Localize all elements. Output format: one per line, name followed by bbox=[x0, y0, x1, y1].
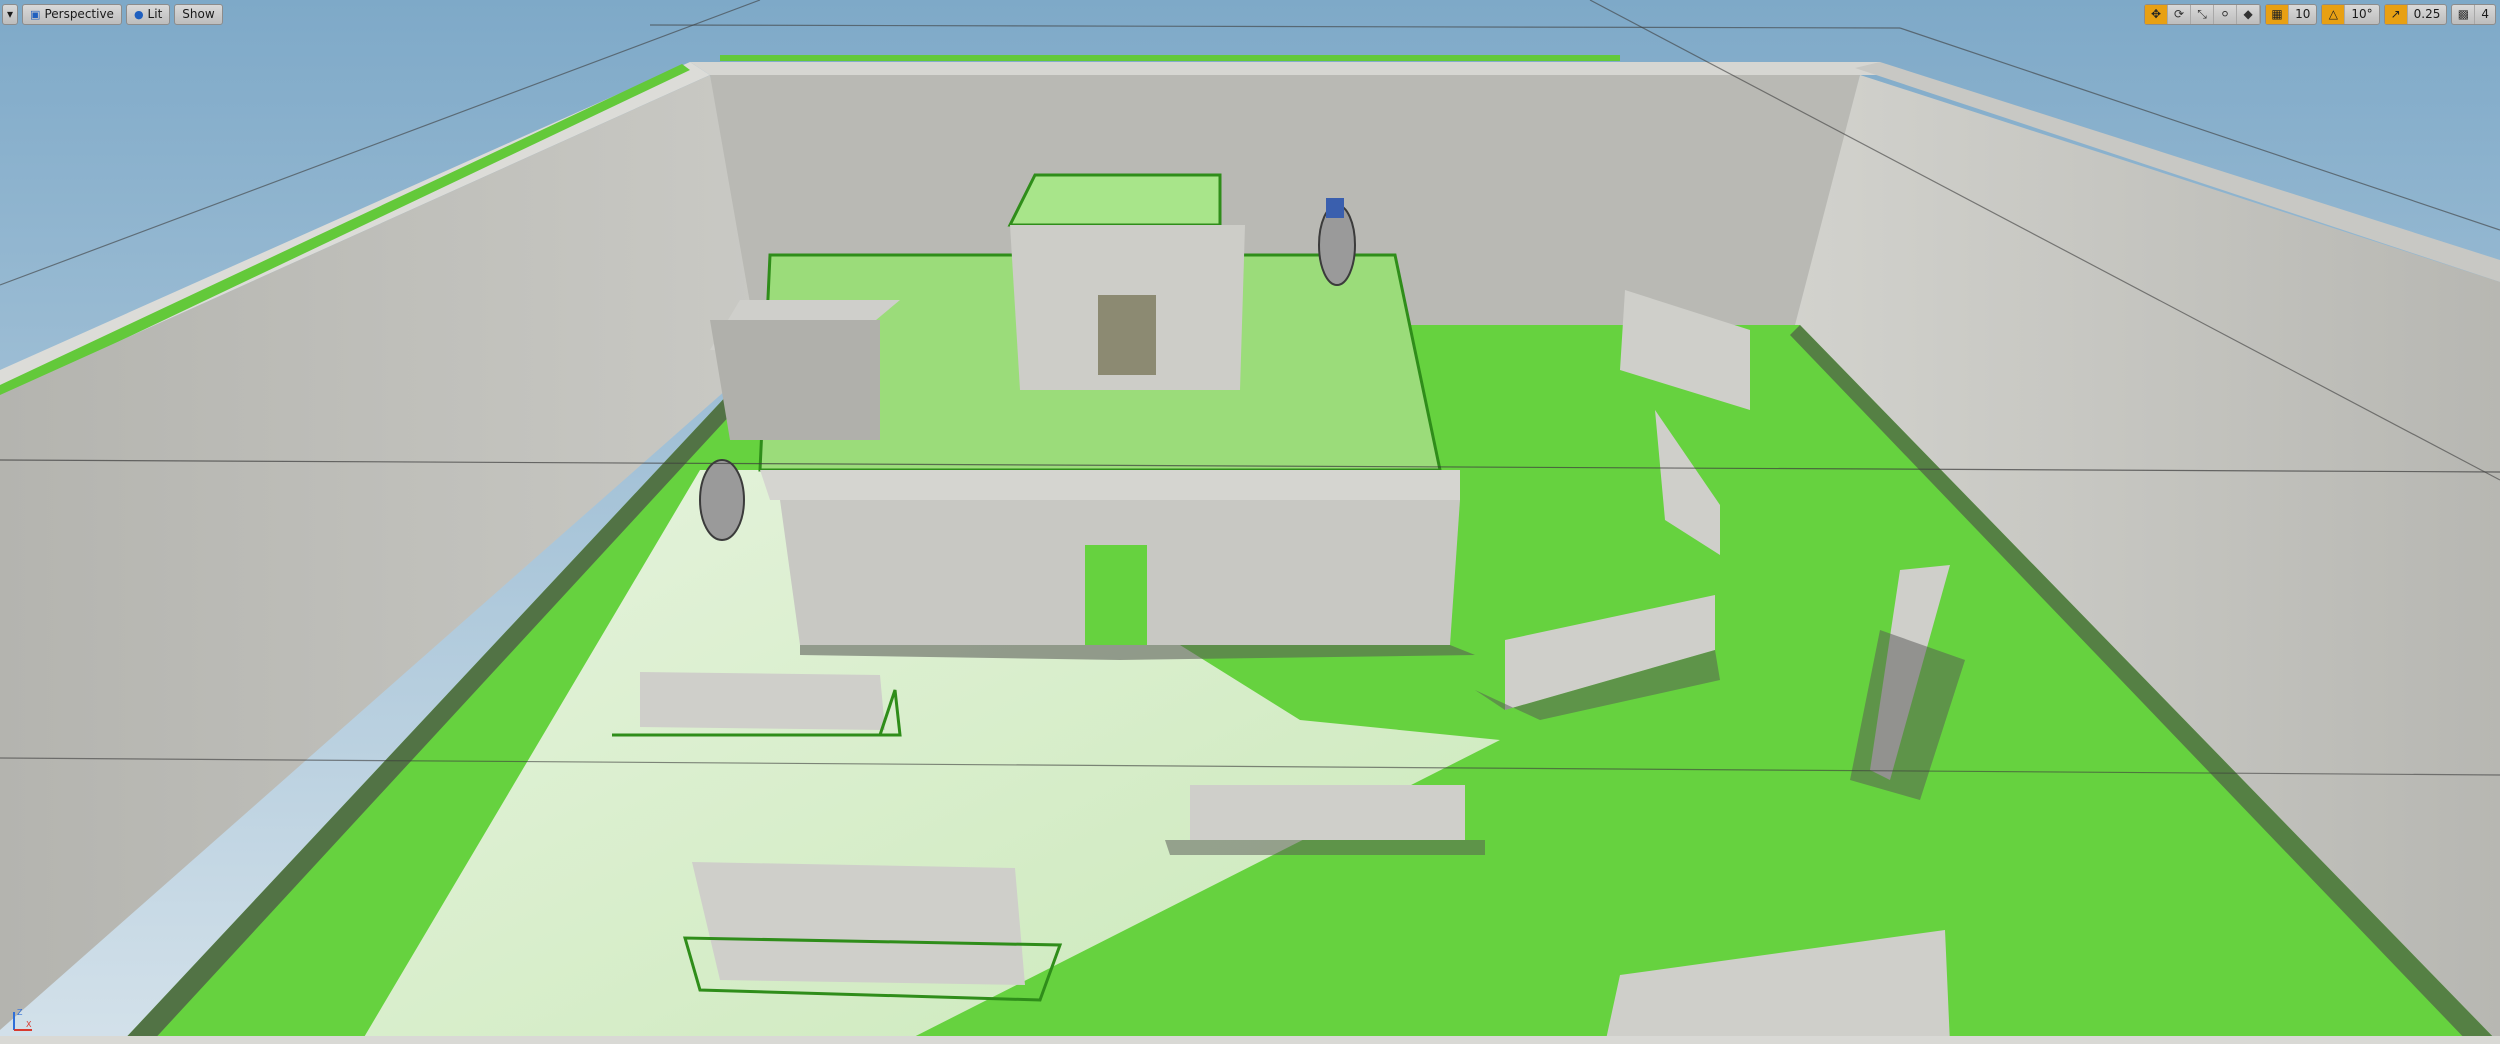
transform-tools-group: ✥ ⟳ ⤡ ⚪ ◆ bbox=[2144, 3, 2262, 25]
grid-snap-icon[interactable]: ▦ bbox=[2266, 4, 2290, 24]
cover-wall-2-shadow bbox=[1165, 840, 1485, 855]
back-wall-green-trim bbox=[720, 55, 1620, 61]
cover-wall-3 bbox=[692, 862, 1025, 985]
camera-speed-icon[interactable]: ▩ bbox=[2452, 4, 2476, 24]
rotation-snap-group: △ 10° bbox=[2321, 3, 2380, 25]
world-globe-icon[interactable]: ⚪ bbox=[2214, 4, 2238, 24]
view-mode-button[interactable]: ▣ Perspective bbox=[22, 3, 122, 25]
cover-wall-1 bbox=[640, 672, 885, 730]
lighting-mode-label: Lit bbox=[147, 7, 163, 21]
axis-gizmo: Z X bbox=[13, 1008, 32, 1031]
rotate-icon[interactable]: ⟳ bbox=[2168, 4, 2192, 24]
grid-snap-group: ▦ 10 bbox=[2265, 3, 2318, 25]
building-doorway bbox=[1085, 545, 1147, 645]
scene-render[interactable] bbox=[0, 0, 2500, 1044]
scale-snap-value[interactable]: 0.25 bbox=[2408, 7, 2447, 21]
camera-speed-value[interactable]: 4 bbox=[2475, 7, 2495, 21]
back-wall-top bbox=[690, 62, 1880, 75]
lighting-mode-button[interactable]: ● Lit bbox=[125, 3, 171, 25]
scale-snap-icon[interactable]: ↗ bbox=[2384, 4, 2408, 24]
level-viewport[interactable]: ▾ ▣ Perspective ● Lit Show ✥ ⟳ ⤡ ⚪ ◆ ▦ 1… bbox=[0, 0, 2500, 1044]
tower-doorway bbox=[1098, 295, 1156, 375]
viewport-toolbar-left: ▾ ▣ Perspective ● Lit Show bbox=[2, 3, 223, 25]
camera-speed-group: ▩ 4 bbox=[2451, 3, 2496, 25]
scale-snap-group: ↗ 0.25 bbox=[2383, 3, 2448, 25]
show-flags-button[interactable]: Show bbox=[174, 3, 223, 25]
perspective-cube-icon: ▣ bbox=[30, 7, 41, 21]
tower-roof bbox=[1007, 173, 1222, 227]
viewport-toolbar-right: ✥ ⟳ ⤡ ⚪ ◆ ▦ 10 △ 10° ↗ 0.25 ▩ 4 bbox=[2144, 3, 2496, 25]
camera-actor bbox=[1326, 198, 1344, 218]
chevron-down-icon: ▾ bbox=[7, 7, 14, 21]
scale-icon[interactable]: ⤡ bbox=[2191, 4, 2215, 24]
viewport-bottom-rim bbox=[0, 1036, 2500, 1044]
cover-wall-2 bbox=[1190, 785, 1465, 840]
lit-sphere-icon: ● bbox=[133, 7, 144, 21]
view-mode-label: Perspective bbox=[44, 7, 114, 21]
show-flags-label: Show bbox=[182, 7, 215, 21]
z-axis-label: Z bbox=[17, 1008, 23, 1017]
character-capsule-1 bbox=[699, 459, 745, 541]
building-front-ledge bbox=[760, 470, 1460, 500]
building-west-wing bbox=[710, 320, 880, 440]
rotation-snap-value[interactable]: 10° bbox=[2345, 7, 2378, 21]
x-axis-label: X bbox=[26, 1020, 32, 1029]
viewport-options-button[interactable]: ▾ bbox=[2, 3, 19, 25]
surface-snap-icon[interactable]: ◆ bbox=[2237, 4, 2261, 24]
translate-icon[interactable]: ✥ bbox=[2145, 4, 2169, 24]
rotation-snap-icon[interactable]: △ bbox=[2322, 4, 2346, 24]
grid-snap-value[interactable]: 10 bbox=[2289, 7, 2316, 21]
